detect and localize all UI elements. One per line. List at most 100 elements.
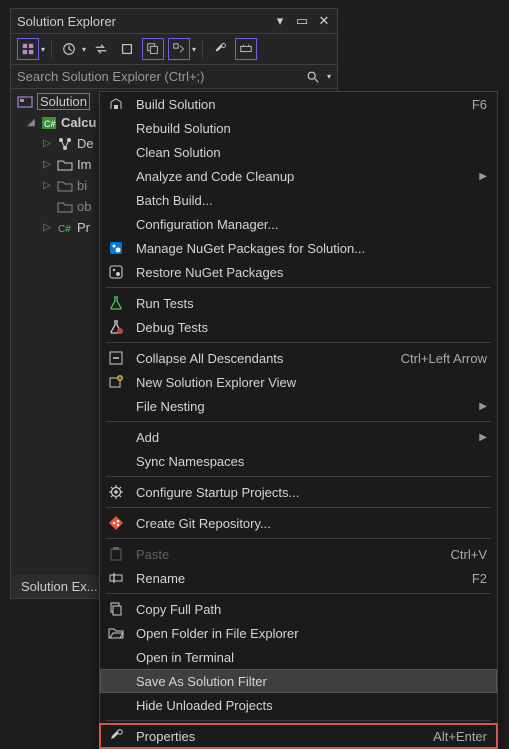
menu-item-new-solution-explorer-view[interactable]: New Solution Explorer View — [100, 370, 497, 394]
submenu-arrow-icon: ▶ — [471, 401, 487, 412]
search-row[interactable]: Search Solution Explorer (Ctrl+;) ▾ — [11, 65, 337, 89]
menu-item-restore-nuget-packages[interactable]: Restore NuGet Packages — [100, 260, 497, 284]
solution-icon — [17, 94, 33, 110]
folder-icon — [57, 178, 73, 194]
close-icon[interactable]: ✕ — [317, 13, 331, 29]
submenu-arrow-icon: ▶ — [471, 432, 487, 443]
dropdown-icon[interactable]: ▾ — [273, 13, 287, 29]
menu-item-copy-full-path[interactable]: Copy Full Path — [100, 597, 497, 621]
menu-item-shortcut: F2 — [472, 571, 487, 586]
menu-item-shortcut: Ctrl+V — [451, 547, 487, 562]
menu-item-analyze-and-code-cleanup[interactable]: Analyze and Code Cleanup▶ — [100, 164, 497, 188]
menu-item-shortcut: F6 — [472, 97, 487, 112]
menu-item-clean-solution[interactable]: Clean Solution — [100, 140, 497, 164]
menu-separator — [106, 507, 491, 508]
search-placeholder: Search Solution Explorer (Ctrl+;) — [17, 69, 301, 84]
preview-button[interactable] — [235, 38, 257, 60]
menu-item-rebuild-solution[interactable]: Rebuild Solution — [100, 116, 497, 140]
menu-item-label: Rename — [136, 571, 462, 586]
sync-button[interactable] — [90, 38, 112, 60]
expand-icon[interactable]: ◢ — [25, 117, 37, 128]
chevron-down-icon[interactable]: ▾ — [41, 45, 45, 54]
toolbar-separator — [51, 40, 52, 58]
panel-toolbar: ▾ ▾ ▾ — [11, 34, 337, 65]
menu-item-build-solution[interactable]: Build Solution F6 — [100, 92, 497, 116]
menu-item-label: Rebuild Solution — [136, 121, 487, 136]
dependencies-icon — [57, 136, 73, 152]
maximize-icon[interactable]: ▭ — [295, 13, 309, 29]
nuget-icon — [106, 240, 126, 256]
menu-item-rename[interactable]: Rename F2 — [100, 566, 497, 590]
wrench-icon — [106, 728, 126, 744]
menu-item-label: Collapse All Descendants — [136, 351, 391, 366]
menu-item-label: Paste — [136, 547, 441, 562]
home-views-button[interactable] — [17, 38, 39, 60]
git-icon — [106, 515, 126, 531]
copy-icon — [106, 601, 126, 617]
menu-item-label: Debug Tests — [136, 320, 487, 335]
menu-item-shortcut: Ctrl+Left Arrow — [401, 351, 487, 366]
menu-item-save-as-solution-filter[interactable]: Save As Solution Filter — [100, 669, 497, 693]
csharp-project-icon: C# — [41, 115, 57, 131]
menu-item-label: Open Folder in File Explorer — [136, 626, 487, 641]
panel-titlebar: Solution Explorer ▾ ▭ ✕ — [11, 9, 337, 34]
tree-item-label: Pr — [77, 220, 90, 235]
menu-item-properties[interactable]: Properties Alt+Enter — [100, 724, 497, 748]
expand-icon[interactable]: ▷ — [41, 180, 53, 191]
collapse-all-button[interactable] — [142, 38, 164, 60]
search-icon[interactable] — [301, 70, 325, 84]
toolbar-separator — [202, 40, 203, 58]
panel-footer-tab[interactable]: Solution Ex... — [10, 575, 109, 599]
menu-item-label: New Solution Explorer View — [136, 375, 487, 390]
history-button[interactable] — [58, 38, 80, 60]
menu-item-label: Open in Terminal — [136, 650, 487, 665]
collapse-icon — [106, 350, 126, 366]
menu-item-shortcut: Alt+Enter — [433, 729, 487, 744]
menu-item-label: Manage NuGet Packages for Solution... — [136, 241, 487, 256]
submenu-arrow-icon: ▶ — [471, 171, 487, 182]
menu-item-run-tests[interactable]: Run Tests — [100, 291, 497, 315]
solution-label: Solution — [37, 93, 90, 110]
menu-item-label: Create Git Repository... — [136, 516, 487, 531]
menu-item-batch-build[interactable]: Batch Build... — [100, 188, 497, 212]
menu-item-label: Build Solution — [136, 97, 462, 112]
chevron-down-icon[interactable]: ▾ — [327, 72, 331, 81]
menu-item-collapse-all-descendants[interactable]: Collapse All Descendants Ctrl+Left Arrow — [100, 346, 497, 370]
menu-item-sync-namespaces[interactable]: Sync Namespaces — [100, 449, 497, 473]
menu-separator — [106, 538, 491, 539]
menu-item-create-git-repository[interactable]: Create Git Repository... — [100, 511, 497, 535]
paste-icon — [106, 546, 126, 562]
menu-item-label: Properties — [136, 729, 423, 744]
folder-icon — [106, 625, 126, 641]
tree-item-label: Im — [77, 157, 91, 172]
chevron-down-icon[interactable]: ▾ — [192, 45, 196, 54]
chevron-down-icon[interactable]: ▾ — [82, 45, 86, 54]
menu-item-label: Run Tests — [136, 296, 487, 311]
menu-separator — [106, 421, 491, 422]
svg-text:C#: C# — [58, 224, 71, 235]
menu-item-label: Copy Full Path — [136, 602, 487, 617]
expand-icon[interactable]: ▷ — [41, 159, 53, 170]
menu-item-add[interactable]: Add▶ — [100, 425, 497, 449]
properties-button[interactable] — [209, 38, 231, 60]
menu-item-open-folder-in-file-explorer[interactable]: Open Folder in File Explorer — [100, 621, 497, 645]
menu-item-manage-nuget-packages-for-solution[interactable]: Manage NuGet Packages for Solution... — [100, 236, 497, 260]
menu-item-debug-tests[interactable]: Debug Tests — [100, 315, 497, 339]
menu-item-file-nesting[interactable]: File Nesting ▶ — [100, 394, 497, 418]
rename-icon — [106, 570, 126, 586]
show-all-button[interactable] — [116, 38, 138, 60]
menu-item-label: File Nesting — [136, 399, 461, 414]
menu-item-label: Clean Solution — [136, 145, 487, 160]
pending-changes-button[interactable] — [168, 38, 190, 60]
menu-item-hide-unloaded-projects[interactable]: Hide Unloaded Projects — [100, 693, 497, 717]
expand-icon[interactable]: ▷ — [41, 138, 53, 149]
gear-icon — [106, 484, 126, 500]
menu-item-paste: Paste Ctrl+V — [100, 542, 497, 566]
menu-item-open-in-terminal[interactable]: Open in Terminal — [100, 645, 497, 669]
menu-separator — [106, 720, 491, 721]
menu-item-configuration-manager[interactable]: Configuration Manager... — [100, 212, 497, 236]
menu-separator — [106, 476, 491, 477]
expand-icon[interactable]: ▷ — [41, 222, 53, 233]
project-label: Calcu — [61, 115, 96, 130]
menu-item-configure-startup-projects[interactable]: Configure Startup Projects... — [100, 480, 497, 504]
